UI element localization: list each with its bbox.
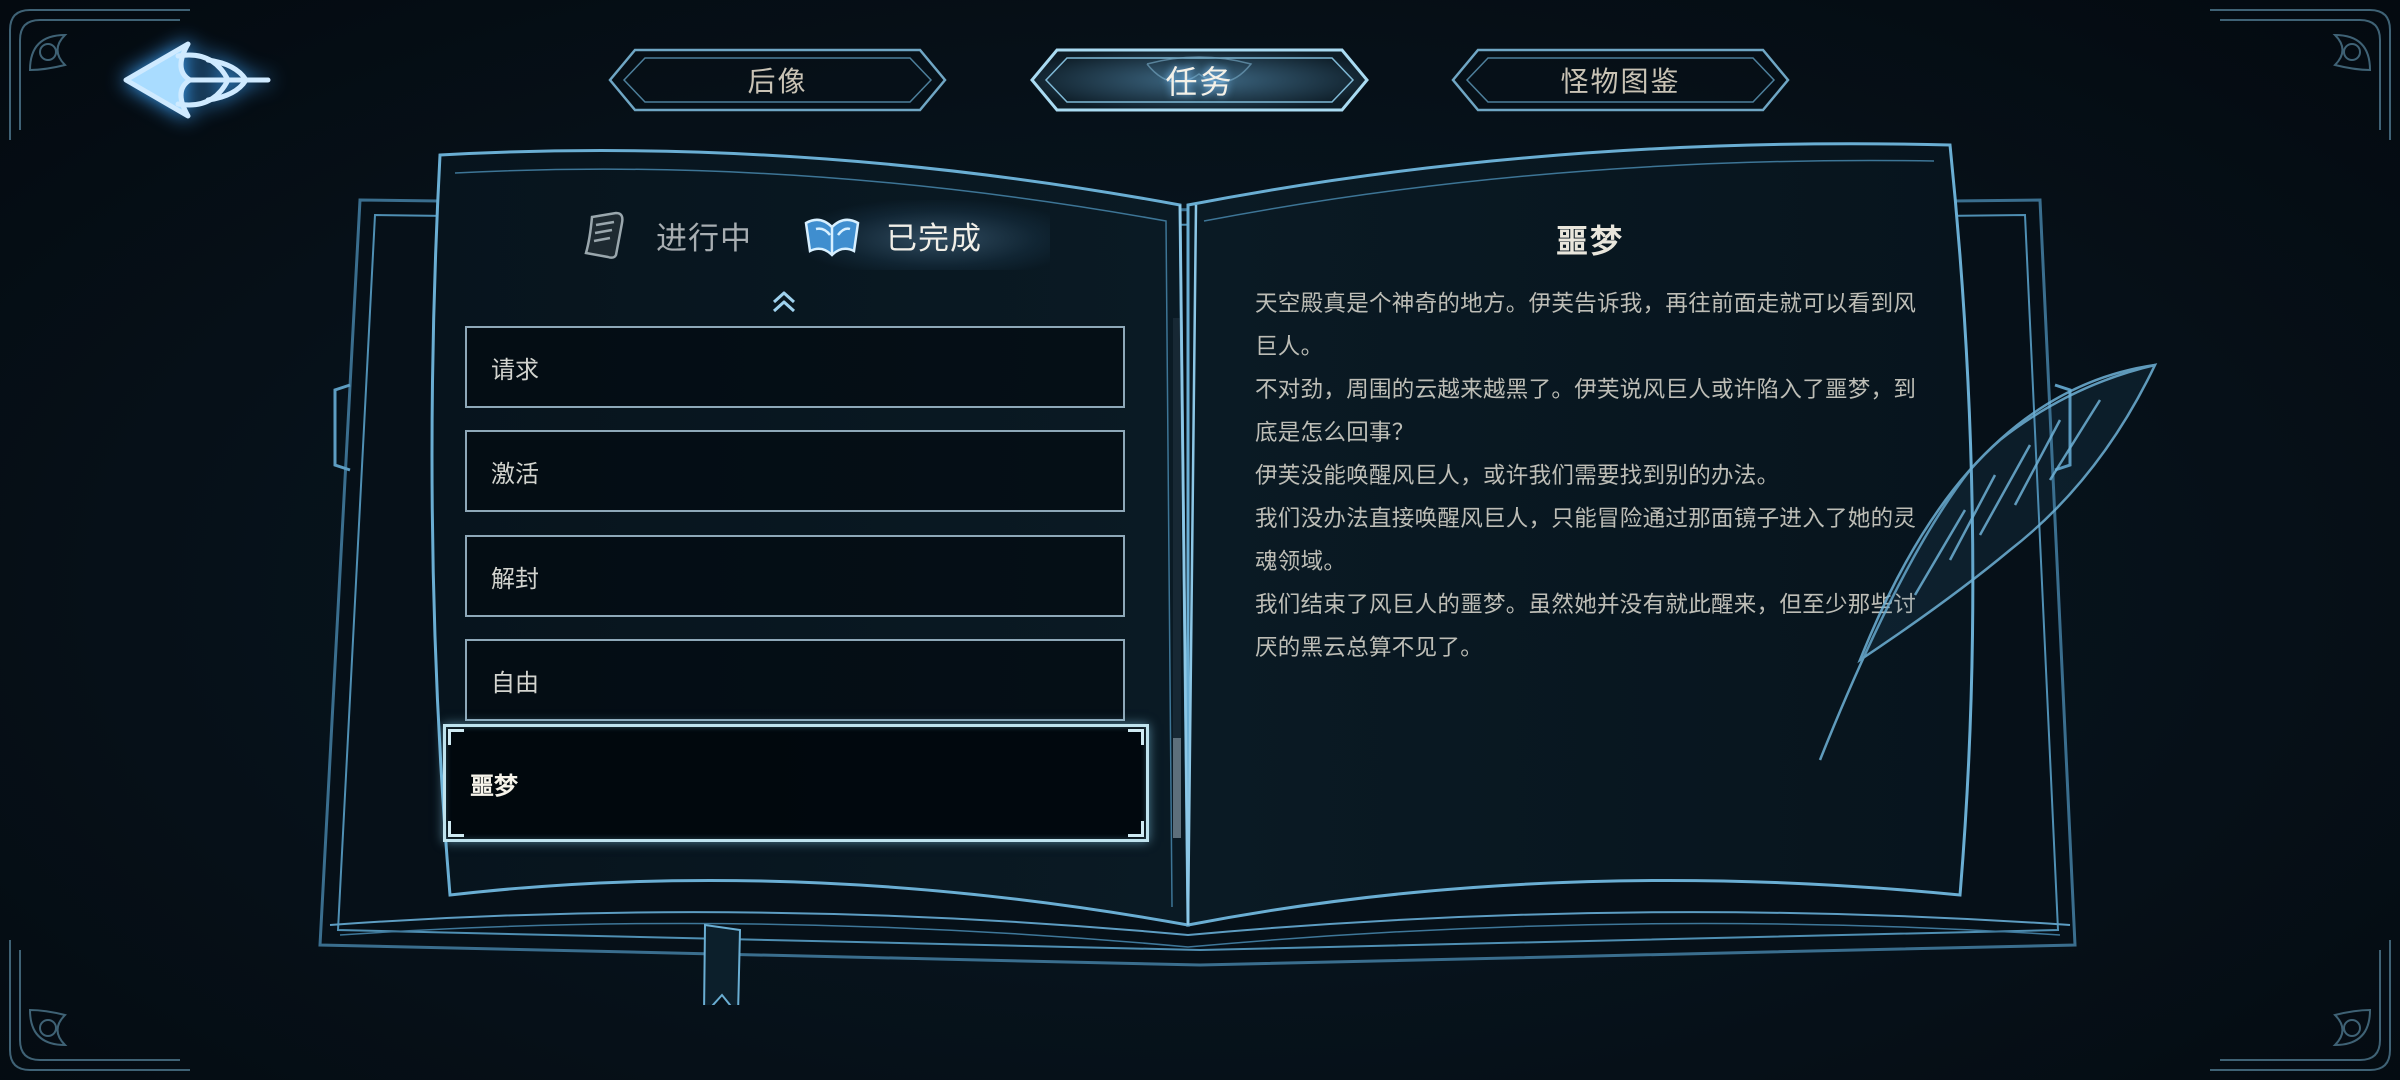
subtab-completed-label: 已完成 [886, 220, 982, 257]
corner-ornament [2200, 930, 2400, 1080]
subtab-completed[interactable]: 已完成 [800, 200, 1050, 270]
quest-log-entry: 天空殿真是个神奇的地方。伊芙告诉我，再往前面走就可以看到风巨人。 [1255, 291, 1917, 360]
scroll-up-button[interactable] [769, 288, 799, 314]
subtab-in-progress[interactable]: 进行中 [580, 200, 752, 270]
open-book-icon [804, 218, 860, 257]
scrollbar-thumb[interactable] [1173, 738, 1181, 838]
quest-list-item[interactable]: 激活 [465, 430, 1125, 512]
back-button[interactable] [118, 30, 278, 130]
corner-ornament [2200, 0, 2400, 150]
tab-bestiary-label: 怪物图鉴 [1560, 65, 1681, 98]
tab-quest-label: 任务 [1165, 63, 1234, 101]
quest-filter-tabs: 进行中 已完成 [580, 200, 1060, 270]
double-chevron-up-icon [772, 291, 796, 313]
corner-ornament [0, 930, 200, 1080]
quill-feather-icon [1818, 363, 2158, 761]
back-arrow-icon [123, 41, 271, 119]
quest-journal-screen: 后像 任务 怪物图鉴 进行中 已完成 请求 激活 解封 自由 噩梦 噩梦 天空殿… [0, 0, 2400, 1080]
tab-afterimage-label: 后像 [747, 65, 808, 98]
frame-corner [448, 729, 464, 745]
quest-name: 激活 [491, 459, 539, 488]
tab-bestiary[interactable]: 怪物图鉴 [1448, 44, 1793, 116]
quest-list-item[interactable]: 自由 [465, 639, 1125, 721]
tab-afterimage[interactable]: 后像 [605, 44, 950, 116]
scroll-icon [584, 211, 624, 259]
quest-list-item[interactable]: 请求 [465, 326, 1125, 408]
quest-name: 自由 [491, 668, 539, 697]
quest-list-scrollbar[interactable] [1173, 318, 1181, 838]
subtab-in-progress-label: 进行中 [656, 220, 752, 257]
quest-name: 请求 [491, 355, 539, 384]
tab-quest[interactable]: 任务 [1027, 44, 1372, 116]
quest-name: 解封 [491, 564, 539, 593]
frame-corner [448, 821, 464, 837]
quest-name: 噩梦 [470, 770, 518, 800]
quest-list-item[interactable]: 解封 [465, 535, 1125, 617]
frame-corner [1128, 821, 1144, 837]
quest-detail-title: 噩梦 [1555, 222, 1624, 260]
frame-corner [1128, 729, 1144, 745]
quest-list-item-selected[interactable]: 噩梦 [443, 724, 1149, 842]
